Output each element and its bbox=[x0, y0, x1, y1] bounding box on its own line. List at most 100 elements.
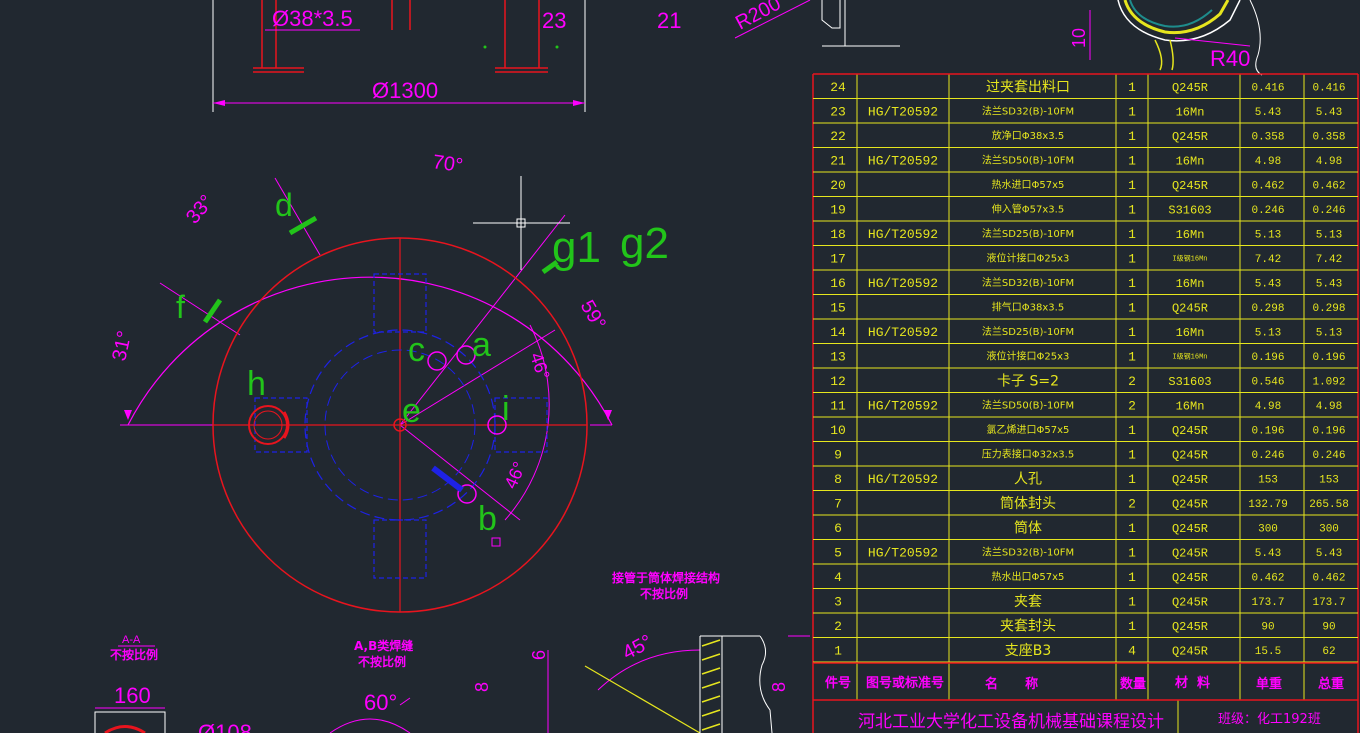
cell-qty: 2 bbox=[1128, 374, 1136, 389]
plan-view: 70° 33° 31° 59° 46° 46° d f g1 g2 c a h … bbox=[108, 151, 669, 613]
cell-no: 19 bbox=[830, 203, 846, 218]
cell-unit: 5.13 bbox=[1255, 229, 1281, 241]
bottom-details: 160 Ø108 60° 8 6 45° 8 bbox=[94, 631, 810, 733]
table-row[interactable]: 8 HG/T20592 人孔 1 Q245R 153 153 bbox=[813, 472, 1358, 491]
cell-unit: 0.298 bbox=[1251, 303, 1284, 315]
dim-10: 10 bbox=[1069, 28, 1089, 48]
cell-unit: 0.196 bbox=[1251, 425, 1284, 437]
dim-6: 6 bbox=[529, 650, 549, 660]
cell-no: 5 bbox=[834, 546, 842, 561]
cell-mat: Q245R bbox=[1172, 546, 1208, 560]
cell-qty: 1 bbox=[1128, 105, 1136, 120]
table-row[interactable]: 2 夹套封头 1 Q245R 90 90 bbox=[813, 619, 1358, 638]
dim-160: 160 bbox=[114, 683, 151, 708]
table-row[interactable]: 9 压力表接口Φ32x3.5 1 Q245R 0.246 0.246 bbox=[813, 448, 1358, 467]
table-row[interactable]: 13 液位计接口Φ25x3 1 I级钢16Mn 0.196 0.196 bbox=[813, 350, 1358, 369]
cell-no: 6 bbox=[834, 521, 842, 536]
cell-unit: 4.98 bbox=[1255, 156, 1281, 168]
table-row[interactable]: 4 热水出口Φ57x5 1 Q245R 0.462 0.462 bbox=[813, 570, 1358, 589]
table-row[interactable]: 16 HG/T20592 法兰SD32(B)-10FM 1 16Mn 5.43 5.43 bbox=[813, 276, 1358, 295]
cell-std: HG/T20592 bbox=[868, 276, 938, 291]
table-row[interactable]: 14 HG/T20592 法兰SD25(B)-10FM 1 16Mn 5.13 5.13 bbox=[813, 325, 1358, 344]
table-row[interactable]: 19 伸入管Φ57x3.5 1 S31603 0.246 0.246 bbox=[813, 203, 1358, 222]
cell-total: 5.13 bbox=[1316, 229, 1342, 241]
cell-name: 法兰SD32(B)-10FM bbox=[982, 546, 1074, 559]
cell-mat: Q245R bbox=[1172, 644, 1208, 658]
cell-qty: 1 bbox=[1128, 301, 1136, 316]
cell-unit: 300 bbox=[1258, 523, 1278, 535]
cell-unit: 15.5 bbox=[1255, 646, 1281, 658]
cell-qty: 1 bbox=[1128, 619, 1136, 634]
cell-std: HG/T20592 bbox=[868, 325, 938, 340]
cell-mat: S31603 bbox=[1168, 375, 1211, 389]
cell-no: 1 bbox=[834, 644, 842, 659]
cell-no: 17 bbox=[830, 252, 846, 267]
cell-std: HG/T20592 bbox=[868, 399, 938, 414]
cell-name: 法兰SD32(B)-10FM bbox=[982, 105, 1074, 118]
label-e: e bbox=[402, 392, 421, 430]
table-row[interactable]: 17 液位计接口Φ25x3 1 I级钢16Mn 7.42 7.42 bbox=[813, 252, 1358, 271]
bom-table[interactable]: 24 过夹套出料口 1 Q245R 0.416 0.41623 HG/T20592 法兰SD3… bbox=[812, 73, 1359, 733]
dim-8b: 8 bbox=[769, 682, 789, 692]
table-row[interactable]: 3 夹套 1 Q245R 173.7 173.7 bbox=[813, 594, 1358, 614]
cad-drawing-canvas[interactable]: Ø38*3.5 23 21 Ø1300 R200 10 R40 70° 33° … bbox=[0, 0, 1360, 733]
cell-total: 1.092 bbox=[1312, 376, 1345, 388]
label-d: d bbox=[275, 187, 293, 223]
table-row[interactable]: 6 筒体 1 Q245R 300 300 bbox=[813, 520, 1358, 540]
cell-total: 4.98 bbox=[1316, 156, 1342, 168]
cell-name: 夹套 bbox=[1014, 594, 1042, 610]
dim-60: 60° bbox=[364, 690, 397, 715]
table-row[interactable]: 5 HG/T20592 法兰SD32(B)-10FM 1 Q245R 5.43 5.43 bbox=[813, 546, 1358, 565]
cell-no: 3 bbox=[834, 595, 842, 610]
note-weld-title: 接管于筒体焊接结构 bbox=[612, 570, 720, 585]
cell-name: 筒体 bbox=[1014, 520, 1042, 537]
cell-total: 0.246 bbox=[1312, 450, 1345, 462]
cell-mat: Q245R bbox=[1172, 595, 1208, 609]
table-row[interactable]: 7 筒体封头 2 Q245R 132.79 265.58 bbox=[813, 495, 1358, 516]
cell-name: 液位计接口Φ25x3 bbox=[987, 350, 1070, 363]
cell-total: 0.298 bbox=[1312, 303, 1345, 315]
cell-total: 5.43 bbox=[1316, 107, 1342, 119]
table-row[interactable]: 10 氯乙烯进口Φ57x5 1 Q245R 0.196 0.196 bbox=[813, 423, 1358, 442]
table-row[interactable]: 1 支座B3 4 Q245R 15.5 62 bbox=[813, 643, 1358, 663]
label-g1: g1 bbox=[552, 223, 601, 272]
cell-name: 放净口Φ38x3.5 bbox=[992, 129, 1064, 142]
table-row[interactable]: 20 热水进口Φ57x5 1 Q245R 0.462 0.462 bbox=[813, 178, 1358, 197]
cell-name: 法兰SD50(B)-10FM bbox=[982, 399, 1074, 412]
cell-name: 夹套封头 bbox=[1000, 619, 1056, 635]
cell-total: 7.42 bbox=[1316, 254, 1342, 266]
table-row[interactable]: 23 HG/T20592 法兰SD32(B)-10FM 1 16Mn 5.43 5.43 bbox=[813, 105, 1358, 124]
table-row[interactable]: 12 卡子 S=2 2 S31603 0.546 1.092 bbox=[813, 374, 1358, 393]
cell-no: 10 bbox=[830, 423, 846, 438]
table-row[interactable]: 24 过夹套出料口 1 Q245R 0.416 0.416 bbox=[813, 80, 1358, 99]
cell-total: 0.196 bbox=[1312, 425, 1345, 437]
table-row[interactable]: 18 HG/T20592 法兰SD25(B)-10FM 1 16Mn 5.13 5.13 bbox=[813, 227, 1358, 246]
note-weld-scale: 不按比例 bbox=[640, 586, 688, 601]
header-qty: 数量 bbox=[1120, 676, 1146, 692]
label-i: i bbox=[502, 390, 510, 428]
cell-total: 153 bbox=[1319, 474, 1339, 486]
cell-mat: Q245R bbox=[1172, 179, 1208, 193]
cell-std: HG/T20592 bbox=[868, 227, 938, 242]
cell-unit: 90 bbox=[1261, 621, 1274, 633]
cell-no: 23 bbox=[830, 105, 846, 120]
cell-no: 2 bbox=[834, 619, 842, 634]
table-row[interactable]: 11 HG/T20592 法兰SD50(B)-10FM 2 16Mn 4.98 4.98 bbox=[813, 399, 1358, 418]
cell-unit: 5.13 bbox=[1255, 327, 1281, 339]
cell-mat: I级钢16Mn bbox=[1172, 351, 1207, 361]
footer-school: 河北工业大学化工设备机械基础课程设计 bbox=[858, 712, 1164, 732]
cell-qty: 1 bbox=[1128, 80, 1136, 95]
table-row[interactable]: 21 HG/T20592 法兰SD50(B)-10FM 1 16Mn 4.98 4.98 bbox=[813, 154, 1358, 173]
cell-qty: 1 bbox=[1128, 546, 1136, 561]
cell-mat: Q245R bbox=[1172, 497, 1208, 511]
cell-name: 过夹套出料口 bbox=[986, 80, 1070, 96]
table-row[interactable]: 22 放净口Φ38x3.5 1 Q245R 0.358 0.358 bbox=[813, 129, 1358, 148]
header-mat: 材 料 bbox=[1175, 675, 1210, 691]
cell-unit: 0.462 bbox=[1251, 572, 1284, 584]
cell-no: 11 bbox=[830, 399, 846, 414]
header-no: 件号 bbox=[825, 675, 851, 691]
cell-no: 7 bbox=[834, 497, 842, 512]
cell-mat: Q245R bbox=[1172, 301, 1208, 315]
table-row[interactable]: 15 排气口Φ38x3.5 1 Q245R 0.298 0.298 bbox=[813, 301, 1358, 320]
angle-46-lower: 46° bbox=[500, 459, 529, 492]
